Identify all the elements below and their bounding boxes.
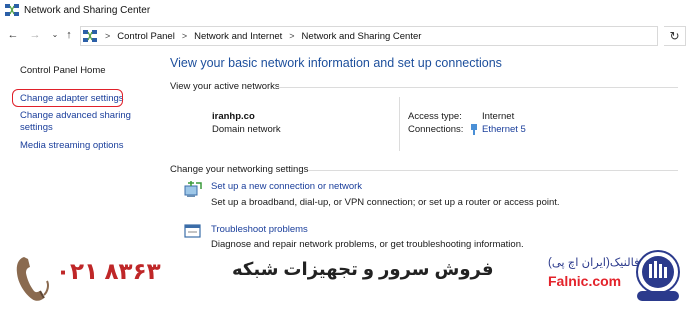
divider: [399, 97, 400, 151]
sidebar-item-change-advanced-sharing[interactable]: Change advanced sharing: [20, 110, 131, 122]
connection-link-ethernet[interactable]: Ethernet 5: [482, 124, 526, 135]
window-title: Network and Sharing Center: [24, 4, 151, 16]
connections-label: Connections:: [408, 124, 464, 135]
task-link-troubleshoot[interactable]: Troubleshoot problems: [211, 224, 308, 235]
task-desc-troubleshoot: Diagnose and repair network problems, or…: [211, 239, 524, 250]
task-desc-new-connection: Set up a broadband, dial-up, or VPN conn…: [211, 197, 560, 208]
breadcrumb-control-panel[interactable]: Control Panel: [117, 31, 175, 42]
breadcrumb-separator[interactable]: >: [182, 31, 187, 41]
troubleshoot-icon: [184, 223, 202, 241]
breadcrumb-network-and-sharing-center[interactable]: Network and Sharing Center: [302, 31, 422, 42]
brand-logo: [634, 250, 682, 302]
page-title: View your basic network information and …: [170, 56, 502, 70]
chevron-down-icon[interactable]: ⌄: [48, 28, 62, 42]
network-sharing-icon: [83, 30, 97, 42]
divider: [278, 87, 678, 88]
access-type-label: Access type:: [408, 111, 462, 122]
network-sharing-icon: [5, 4, 19, 16]
access-type-value: Internet: [482, 111, 515, 122]
phone-number: ۰۲۱ ۸۳۶۳: [56, 258, 161, 284]
banner-slogan: فروش سرور و تجهیزات شبکه: [232, 259, 494, 279]
refresh-icon[interactable]: ↻: [664, 26, 686, 46]
task-link-new-connection[interactable]: Set up a new connection or network: [211, 181, 362, 192]
active-networks-header: View your active networks: [170, 81, 280, 92]
address-bar[interactable]: > Control Panel > Network and Internet >…: [80, 26, 658, 46]
highlight-circle: [12, 89, 123, 107]
ad-banner: ۰۲۱ ۸۳۶۳ فروش سرور و تجهیزات شبکه فالنیک…: [0, 250, 694, 322]
breadcrumb-network-and-internet[interactable]: Network and Internet: [194, 31, 282, 42]
networking-settings-header: Change your networking settings: [170, 164, 309, 175]
brand-name-en: Falnic.com: [548, 273, 622, 289]
breadcrumb-separator: >: [105, 31, 111, 41]
brand-name-fa: فالنیک(ایران اچ پی): [548, 257, 640, 269]
sidebar-item-media-streaming[interactable]: Media streaming options: [20, 140, 124, 152]
phone-icon: [14, 255, 50, 303]
up-arrow-icon[interactable]: ↑: [62, 28, 76, 42]
sidebar-item-change-advanced-sharing-cont[interactable]: settings: [20, 122, 53, 134]
new-connection-icon: [184, 180, 202, 198]
network-type-link[interactable]: Domain network: [212, 124, 281, 135]
back-arrow-icon[interactable]: ←: [6, 28, 20, 42]
network-name: iranhp.co: [212, 111, 255, 122]
ethernet-icon: [470, 124, 478, 135]
address-bar-row: ← → ⌄ ↑ > Control Panel > Network and In…: [0, 25, 694, 47]
sidebar-item-control-panel-home[interactable]: Control Panel Home: [20, 65, 106, 77]
divider: [308, 170, 678, 171]
breadcrumb-separator[interactable]: >: [289, 31, 294, 41]
title-bar: Network and Sharing Center: [0, 0, 694, 20]
forward-arrow-icon[interactable]: →: [28, 28, 42, 42]
